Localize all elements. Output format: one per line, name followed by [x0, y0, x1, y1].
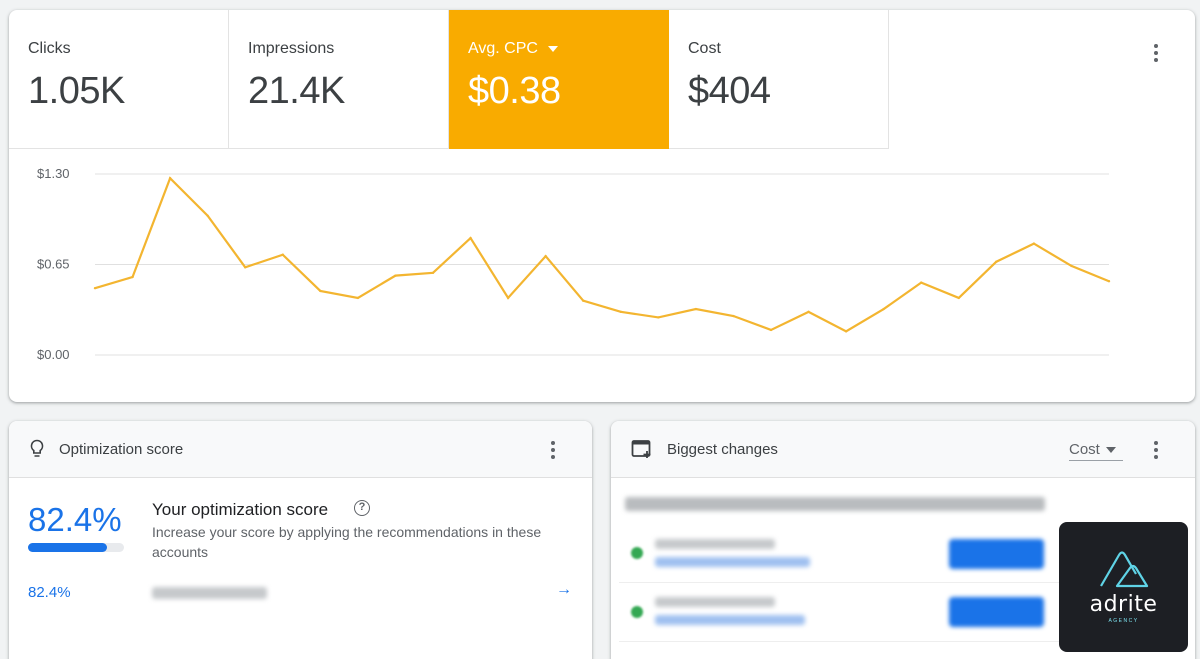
- dropdown-value: Cost: [1069, 441, 1100, 458]
- avg-cpc-line-chart: $1.30 $0.65 $0.00: [37, 166, 1111, 362]
- metric-tab-cost[interactable]: Cost $404: [669, 10, 889, 149]
- y-tick-label: $1.30: [37, 166, 70, 181]
- card-title: Biggest changes: [667, 440, 778, 458]
- card-title: Optimization score: [59, 440, 184, 458]
- data-point: [281, 253, 284, 256]
- data-point: [619, 310, 622, 314]
- metric-dropdown[interactable]: Cost: [1069, 439, 1123, 461]
- data-point: [356, 296, 360, 300]
- data-point: [582, 299, 585, 302]
- caret-down-icon[interactable]: [547, 46, 558, 52]
- data-point: [469, 236, 472, 240]
- metric-label: Avg. CPC: [468, 40, 538, 57]
- optimization-heading: Your optimization score: [152, 500, 329, 519]
- data-point: [1070, 264, 1073, 268]
- data-point: [319, 289, 322, 293]
- data-point: [844, 330, 848, 333]
- data-point: [131, 275, 134, 279]
- new-window-icon: [631, 440, 651, 458]
- data-point: [732, 314, 735, 318]
- metric-value: 21.4K: [248, 70, 345, 112]
- redacted-link: [655, 557, 810, 567]
- y-tick-label: $0.65: [37, 257, 70, 272]
- metric-tab-impressions[interactable]: Impressions 21.4K: [229, 10, 449, 149]
- redacted-bar: [949, 597, 1044, 627]
- more-vert-icon[interactable]: [541, 438, 565, 462]
- data-point: [1107, 280, 1111, 283]
- account-score: 82.4%: [28, 584, 71, 601]
- metric-label: Clicks: [28, 40, 71, 57]
- optimization-score-value: 82.4%: [28, 501, 122, 538]
- metric-value: $0.38: [468, 70, 561, 112]
- more-vert-icon[interactable]: [1144, 41, 1168, 65]
- card-header: Biggest changes Cost: [611, 421, 1195, 478]
- data-point: [957, 296, 960, 300]
- logo-wordmark: adrite: [1089, 592, 1158, 617]
- status-dot: [631, 606, 643, 618]
- caret-down-icon: [1105, 446, 1116, 453]
- arrow-right-icon[interactable]: →: [556, 581, 572, 599]
- series-line: [94, 176, 1110, 333]
- metric-value: 1.05K: [28, 70, 125, 112]
- score-progress-bar: [28, 543, 124, 552]
- redacted-text: [655, 597, 775, 607]
- data-point: [995, 260, 998, 263]
- card-header: Optimization score: [9, 421, 592, 478]
- performance-card: Clicks 1.05K Impressions 21.4K Avg. CPC …: [9, 10, 1195, 402]
- data-point: [920, 281, 923, 284]
- optimization-description: Increase your score by applying the reco…: [152, 524, 542, 560]
- metric-label-row: Avg. CPC: [468, 40, 668, 58]
- optimization-score-card: Optimization score 82.4% Your optimizati…: [9, 421, 592, 659]
- y-tick-label: $0.00: [37, 347, 70, 362]
- redacted-text: [655, 539, 775, 549]
- metric-label: Impressions: [248, 40, 335, 57]
- metric-tab-avg-cpc[interactable]: Avg. CPC $0.38: [449, 10, 669, 149]
- metric-tabs: Clicks 1.05K Impressions 21.4K Avg. CPC …: [9, 10, 889, 149]
- metric-value: $404: [688, 70, 771, 112]
- lightbulb-icon: [30, 439, 44, 457]
- data-point: [544, 254, 547, 258]
- score-progress-fill: [28, 543, 108, 552]
- change-row[interactable]: [619, 584, 1059, 642]
- data-point: [694, 307, 698, 311]
- data-point: [206, 214, 209, 217]
- data-point: [394, 274, 397, 277]
- redacted-date-range: [625, 497, 1045, 511]
- data-point: [657, 316, 660, 319]
- redacted-account-name: [152, 587, 267, 599]
- data-point: [431, 271, 435, 275]
- logo-mark-icon: [1100, 551, 1149, 588]
- redacted-link: [655, 615, 805, 625]
- change-row[interactable]: [619, 525, 1059, 583]
- data-point: [506, 296, 510, 300]
- data-point: [168, 176, 172, 180]
- redacted-bar: [949, 539, 1044, 569]
- data-point: [244, 266, 247, 269]
- metric-label: Cost: [688, 40, 721, 57]
- data-point: [769, 328, 773, 332]
- logo-subtitle: AGENCY: [1108, 618, 1139, 624]
- help-icon[interactable]: ?: [354, 500, 370, 516]
- data-point: [807, 310, 810, 314]
- data-point: [882, 307, 885, 311]
- data-point: [1032, 242, 1036, 245]
- agency-logo: adrite AGENCY: [1059, 522, 1188, 652]
- status-dot: [631, 547, 643, 559]
- more-vert-icon[interactable]: [1144, 438, 1168, 462]
- metric-tab-clicks[interactable]: Clicks 1.05K: [9, 10, 229, 149]
- data-point: [93, 286, 97, 290]
